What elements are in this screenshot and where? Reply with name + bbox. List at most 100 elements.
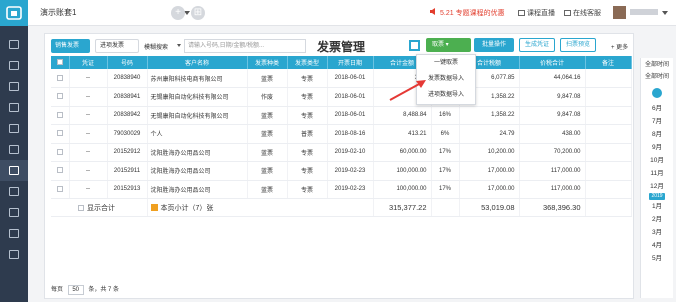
table-header: 凭证 号码 客户名称 发票种类 发票类型 开票日期 合计金额 税率 合计税额 价…: [51, 56, 632, 69]
all-time-filter[interactable]: 全部时间: [641, 60, 673, 70]
row-checkbox[interactable]: [51, 106, 70, 125]
month-filter-item[interactable]: 3月: [641, 226, 673, 239]
month-filter-item[interactable]: 9月: [641, 141, 673, 154]
search-input[interactable]: 请输入号码,日期/金额/税额...: [184, 39, 306, 53]
number-cell: 20838942: [107, 106, 148, 125]
chevron-down-icon: [177, 44, 181, 47]
sidebar-item-5[interactable]: [0, 118, 28, 139]
customer-cell: 个人: [147, 124, 248, 144]
tax-cell: 17,000.00: [459, 180, 520, 199]
generate-voucher-button[interactable]: 生成凭证: [519, 38, 555, 52]
number-cell: 20152912: [107, 143, 148, 162]
col-header[interactable]: 凭证: [69, 56, 108, 69]
account-selector[interactable]: 演示账套1: [40, 6, 190, 20]
sidebar-item-10[interactable]: [0, 223, 28, 244]
scan-preview-button[interactable]: 扫票预览: [560, 38, 596, 52]
sidebar: [0, 0, 28, 302]
date-cell: 2019-02-23: [327, 180, 374, 199]
table-row[interactable]: -- 20152911 沈阳胜海办公用品公司 蓝票 专票 2019-02-23 100,00…: [51, 161, 632, 181]
invoice-icon: [9, 166, 19, 175]
month-filter-item[interactable]: 12月: [641, 180, 673, 193]
month-filter-item[interactable]: 7月: [641, 115, 673, 128]
fetch-invoice-button[interactable]: 取票 ▾: [426, 38, 471, 52]
col-header[interactable]: 开票日期: [327, 56, 374, 69]
user-menu-caret-icon[interactable]: [662, 11, 668, 15]
user-name[interactable]: [630, 9, 658, 15]
sidebar-item-11[interactable]: [0, 244, 28, 265]
total-cell: 438.00: [519, 124, 586, 144]
course-live-link[interactable]: 课程直播: [518, 8, 555, 18]
qr-code-icon[interactable]: [409, 40, 420, 51]
subtotal-row: 显示合计 本页小计（7）张 315,377.22 53,019.08 368,3…: [51, 198, 632, 217]
online-service-link[interactable]: 在线客服: [564, 8, 601, 18]
customer-cell: 沈阳胜海办公用品公司: [147, 180, 248, 199]
pager-summary: 条，共 7 条: [88, 287, 120, 293]
promo-link[interactable]: 5.21 专题课程的优惠: [440, 8, 505, 18]
total-cell: 9,847.08: [519, 87, 586, 107]
col-header[interactable]: 发票类型: [287, 56, 328, 69]
app-logo[interactable]: [0, 0, 28, 26]
topbar: 演示账套1 + ⊞ 5.21 专题课程的优惠 课程直播 在线客服: [28, 0, 676, 26]
row-checkbox[interactable]: [51, 180, 70, 199]
month-filter-item[interactable]: 2月: [641, 213, 673, 226]
number-cell: 20152913: [107, 180, 148, 199]
col-header[interactable]: 发票种类: [247, 56, 288, 69]
month-filter-item[interactable]: 4月: [641, 239, 673, 252]
table-row[interactable]: -- 79030029 个人 蓝票 普票 2018-08-16 413.21 6% 24.79 4…: [51, 124, 632, 144]
table-row[interactable]: -- 20152913 沈阳胜海办公用品公司 蓝票 专票 2019-02-23 100,00…: [51, 180, 632, 199]
sidebar-item-4[interactable]: [0, 97, 28, 118]
per-page-select[interactable]: 50: [67, 285, 84, 295]
sidebar-item-invoice[interactable]: [0, 160, 28, 181]
all-time-filter-2[interactable]: 全部时间: [641, 72, 673, 82]
col-header[interactable]: 备注: [585, 56, 632, 69]
show-total-toggle[interactable]: 显示合计: [51, 198, 148, 217]
table-row[interactable]: --20838941无锡康阳自动化科技有限公司作废专票2018-06-018,.…: [51, 87, 632, 107]
col-header[interactable]: 客户名称: [147, 56, 248, 69]
select-all-checkbox[interactable]: [51, 56, 70, 69]
amount-cell: 60,000.00: [373, 143, 432, 162]
table-row[interactable]: --20838940苏州康阳科技电商有限公司蓝票专票2018-06-0137..…: [51, 69, 632, 88]
cash-icon: [9, 229, 19, 238]
date-cell: 2018-06-01: [327, 106, 374, 125]
sidebar-item-8[interactable]: [0, 181, 28, 202]
batch-operation-button[interactable]: 批量操作: [474, 38, 514, 52]
sidebar-item-9[interactable]: [0, 202, 28, 223]
type-cell: 专票: [287, 69, 328, 88]
avatar[interactable]: [613, 6, 626, 19]
row-checkbox[interactable]: [51, 143, 70, 162]
month-filter-item[interactable]: 6月: [641, 102, 673, 115]
online-service-label: 在线客服: [573, 10, 601, 17]
voucher-cell: --: [69, 180, 108, 199]
table-row[interactable]: -- 20838942 无锡康阳自动化科技有限公司 蓝票 专票 2018-06-01 8,4…: [51, 106, 632, 125]
number-cell: 79030029: [107, 124, 148, 144]
month-filter-item[interactable]: 1月: [641, 200, 673, 213]
type-cell: 专票: [287, 87, 328, 107]
month-filter-item[interactable]: 10月: [641, 154, 673, 167]
sidebar-item-3[interactable]: [0, 76, 28, 97]
row-checkbox[interactable]: [51, 87, 70, 107]
tab-purchase-invoice[interactable]: 进项发票: [95, 39, 139, 53]
search-mode-select[interactable]: 模糊搜索: [144, 42, 168, 51]
table-row[interactable]: -- 20152912 沈阳胜海办公用品公司 蓝票 专票 2019-02-10 60,000…: [51, 143, 632, 162]
sidebar-item-2[interactable]: [0, 55, 28, 76]
sidebar-item-6[interactable]: [0, 139, 28, 160]
customer-cell: 无锡康阳自动化科技有限公司: [147, 106, 248, 125]
row-checkbox[interactable]: [51, 69, 70, 88]
sidebar-item-1[interactable]: [0, 34, 28, 55]
col-header[interactable]: 价税合计: [519, 56, 586, 69]
ledger-icon: [9, 40, 19, 49]
rate-cell: 6%: [431, 124, 460, 144]
month-filter-item[interactable]: 8月: [641, 128, 673, 141]
month-filter-item[interactable]: 5月: [641, 252, 673, 265]
month-filter-item[interactable]: 11月: [641, 167, 673, 180]
apps-icon[interactable]: ⊞: [191, 6, 205, 20]
tax-cell: 10,200.00: [459, 143, 520, 162]
add-icon[interactable]: +: [171, 6, 185, 20]
tab-sales-invoice[interactable]: 销售发票: [51, 39, 90, 53]
more-button[interactable]: + 更多: [611, 42, 628, 51]
menu-item-one-click-fetch[interactable]: 一键取票: [417, 55, 475, 71]
col-header[interactable]: 号码: [107, 56, 148, 69]
row-checkbox[interactable]: [51, 161, 70, 181]
row-checkbox[interactable]: [51, 124, 70, 144]
kind-cell: 蓝票: [247, 180, 288, 199]
